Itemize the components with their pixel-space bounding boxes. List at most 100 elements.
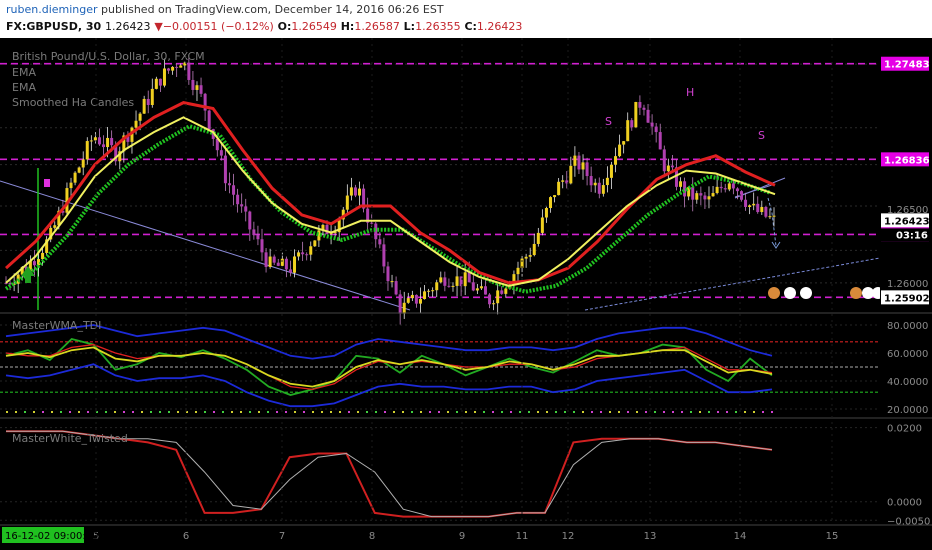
- time-tick-label: 12: [562, 531, 575, 542]
- symbol-quote: FX:GBPUSD, 30 1.26423 ▼−0.00151 (−0.12%)…: [6, 20, 522, 33]
- tdi-signal-dot: [591, 411, 593, 413]
- legend-ema-2: EMA: [12, 81, 36, 94]
- event-badge[interactable]: [850, 287, 862, 299]
- candle-body: [748, 205, 752, 207]
- tdi-signal-dot: [150, 411, 152, 413]
- candle-body: [614, 156, 618, 165]
- candle-body: [89, 140, 93, 142]
- tdi-signal-dot: [249, 411, 251, 413]
- candle-body: [455, 276, 459, 286]
- event-badge[interactable]: [800, 287, 812, 299]
- candle-body: [516, 267, 520, 275]
- annotation-head[interactable]: H: [686, 86, 694, 99]
- tdi-signal-dot: [78, 411, 80, 413]
- sell-marker-icon: [44, 179, 50, 187]
- annotation-left-shoulder[interactable]: S: [605, 115, 612, 128]
- tdi-signal-dot: [582, 411, 584, 413]
- candle-body: [191, 79, 195, 90]
- tdi-series: [5, 324, 773, 408]
- candle-body: [772, 215, 776, 217]
- candle-body: [488, 294, 492, 305]
- twisted-tick-label: 0.0000: [887, 498, 922, 509]
- tdi-signal-dot: [420, 411, 422, 413]
- time-tick-label: 7: [279, 531, 285, 542]
- chart-header: ruben.dieminger published on TradingView…: [0, 0, 932, 38]
- candle-body: [179, 65, 183, 68]
- candle-body: [97, 137, 101, 145]
- candle-body: [496, 290, 500, 304]
- tdi-signal-dot: [537, 411, 539, 413]
- price-tag-label: 1.27483: [884, 60, 930, 71]
- twisted-pane[interactable]: MasterWhite_Twisted 0.0200 0.0000 −0.0050: [0, 417, 932, 527]
- tdi-signal-dot: [501, 411, 503, 413]
- candle-body: [256, 235, 260, 240]
- price-axis[interactable]: 1.275001.265001.260001.274831.268361.264…: [880, 38, 932, 310]
- time-tick-label: 8: [369, 531, 375, 542]
- tdi-signal-dot: [204, 411, 206, 413]
- chart-canvas[interactable]: British Pound/U.S. Dollar, 30, FXCM EMA …: [0, 38, 932, 550]
- candle-body: [276, 262, 280, 266]
- candle-body: [32, 261, 36, 266]
- twisted-axis[interactable]: 0.0200 0.0000 −0.0050: [880, 419, 932, 527]
- tdi-signal-dot: [231, 411, 233, 413]
- time-tick-label: 6: [183, 531, 189, 542]
- high-value: 1.26587: [354, 20, 400, 33]
- author-link[interactable]: ruben.dieminger: [6, 3, 98, 16]
- candle-body: [544, 208, 548, 218]
- price-pane[interactable]: British Pound/U.S. Dollar, 30, FXCM EMA …: [0, 38, 932, 325]
- price-pane-title: British Pound/U.S. Dollar, 30, FXCM: [12, 50, 205, 63]
- tdi-signal-dot: [429, 411, 431, 413]
- close-value: 1.26423: [476, 20, 523, 33]
- time-tick-label: 11: [516, 531, 529, 542]
- tdi-signal-dot: [294, 411, 296, 413]
- candle-body: [187, 62, 191, 80]
- tdi-signal-dot: [456, 411, 458, 413]
- event-badge[interactable]: [768, 287, 780, 299]
- candle-body: [167, 68, 171, 71]
- event-badge[interactable]: [784, 287, 796, 299]
- tdi-signal-dot: [519, 411, 521, 413]
- candle-body: [483, 286, 487, 295]
- candle-body: [479, 286, 483, 289]
- candle-body: [398, 294, 402, 314]
- tdi-lower-band-line: [5, 363, 773, 408]
- price-tick-label: 1.26000: [887, 279, 928, 290]
- candle-body: [378, 239, 382, 245]
- candle-body: [573, 155, 577, 166]
- price-tag-label: 1.26423: [884, 216, 930, 227]
- candle-body: [443, 277, 447, 286]
- tdi-axis[interactable]: 80.0000 60.0000 40.0000 20.0000: [880, 314, 932, 417]
- candle-body: [406, 298, 410, 303]
- candle-body: [85, 141, 89, 160]
- candle-body: [252, 229, 256, 236]
- candle-body: [699, 193, 703, 196]
- tdi-signal-dot: [240, 411, 242, 413]
- candle-body: [353, 187, 357, 196]
- tdi-signal-dot: [51, 411, 53, 413]
- candle-body: [577, 155, 581, 170]
- symbol-label[interactable]: FX:GBPUSD, 30: [6, 20, 101, 33]
- candle-body: [634, 102, 638, 128]
- candle-body: [309, 246, 313, 255]
- candle-body: [707, 196, 711, 200]
- candle-body: [410, 294, 414, 299]
- publish-text: published on TradingView.com, December 1…: [101, 3, 444, 16]
- candle-body: [744, 199, 748, 207]
- candle-body: [146, 98, 150, 105]
- tdi-signal-dot: [645, 411, 647, 413]
- candle-body: [618, 144, 622, 157]
- candle-body: [110, 137, 114, 146]
- candle-body: [171, 66, 175, 71]
- chart-area[interactable]: British Pound/U.S. Dollar, 30, FXCM EMA …: [0, 38, 932, 550]
- annotation-right-shoulder[interactable]: S: [758, 129, 765, 142]
- candle-body: [284, 258, 288, 270]
- low-value: 1.26355: [415, 20, 461, 33]
- candle-body: [435, 282, 439, 291]
- candle-body: [414, 294, 418, 304]
- candle-body: [53, 225, 57, 228]
- candle-body: [358, 188, 362, 196]
- candle-body: [195, 85, 199, 90]
- tdi-pane[interactable]: MasterWMA_TDI 80.0000 60.0000 40.0000 20.00…: [0, 312, 932, 417]
- tdi-signal-dot: [546, 411, 548, 413]
- candle-body: [528, 255, 532, 257]
